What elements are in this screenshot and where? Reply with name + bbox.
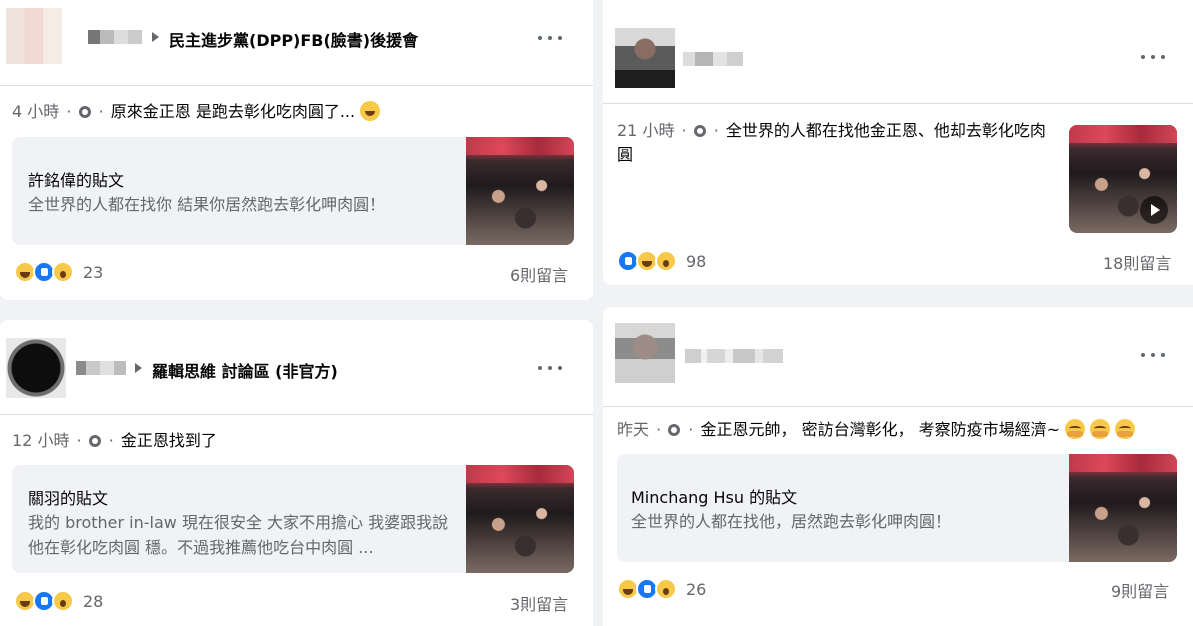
more-options-icon[interactable]	[538, 32, 562, 44]
caret-right-icon	[135, 363, 142, 373]
group-name[interactable]: 羅輯思維 討論區 (非官方)	[152, 358, 338, 382]
post-header: 民主進步黨(DPP)FB(臉書)後援會	[0, 0, 593, 86]
wow-reaction-icon	[52, 590, 74, 612]
timestamp[interactable]: 昨天	[617, 420, 649, 439]
shared-post-description: 全世界的人都在找他，居然跑去彰化呷肉圓！	[631, 512, 952, 531]
shared-post-thumbnail	[466, 465, 574, 573]
separator: ·	[98, 102, 104, 121]
post-meta: 4 小時 · · 原來金正恩 是跑去彰化吃肉圓了...	[12, 100, 381, 124]
author-name-blurred[interactable]	[88, 30, 142, 44]
timestamp[interactable]: 12 小時	[12, 431, 69, 450]
globe-icon	[693, 125, 706, 137]
wow-reaction-icon	[655, 250, 677, 272]
timestamp[interactable]: 4 小時	[12, 102, 59, 121]
reactions-summary[interactable]: 26	[617, 578, 706, 600]
post-card: 民主進步黨(DPP)FB(臉書)後援會 4 小時 · · 原來金正恩 是跑去彰化…	[0, 0, 593, 300]
wow-reaction-icon	[655, 578, 677, 600]
post-card: 21 小時 · · 全世界的人都在找他金正恩、他却去彰化吃肉圓 98 18則留言	[603, 0, 1193, 285]
reactions-summary[interactable]: 23	[14, 261, 103, 283]
avatar[interactable]	[6, 338, 66, 398]
comment-count[interactable]: 3則留言	[510, 591, 568, 615]
separator: ·	[713, 121, 719, 140]
avatar[interactable]	[6, 8, 62, 64]
comment-count[interactable]: 9則留言	[1111, 578, 1169, 602]
reactions-summary[interactable]: 28	[14, 590, 103, 612]
reaction-count: 98	[686, 251, 707, 271]
shared-post-title: Minchang Hsu 的貼文	[631, 488, 798, 507]
reaction-count: 23	[83, 262, 104, 282]
post-card: 昨天 · · 金正恩元帥， 密訪台灣彰化， 考察防疫市場經濟~ Minchang…	[603, 307, 1193, 626]
video-thumbnail[interactable]	[1069, 125, 1177, 233]
post-header: 羅輯思維 討論區 (非官方)	[0, 320, 593, 415]
reaction-count: 26	[686, 579, 707, 599]
group-name[interactable]: 民主進步黨(DPP)FB(臉書)後援會	[169, 27, 418, 51]
shared-post-thumbnail	[466, 137, 574, 245]
more-options-icon[interactable]	[1141, 51, 1165, 63]
comment-count[interactable]: 18則留言	[1103, 250, 1171, 274]
shared-post[interactable]: 許銘偉的貼文 全世界的人都在找你 結果你居然跑去彰化呷肉圓！	[12, 137, 574, 245]
hugging-face-emoji-icon	[1115, 419, 1136, 439]
more-options-icon[interactable]	[538, 362, 562, 374]
separator: ·	[656, 420, 662, 439]
shared-post[interactable]: Minchang Hsu 的貼文 全世界的人都在找他，居然跑去彰化呷肉圓！	[617, 454, 1177, 562]
hugging-face-emoji-icon	[1090, 419, 1111, 439]
avatar[interactable]	[615, 28, 675, 88]
globe-icon	[88, 435, 101, 447]
comment-count[interactable]: 6則留言	[510, 262, 568, 286]
timestamp[interactable]: 21 小時	[617, 121, 674, 140]
shared-post-thumbnail	[1069, 454, 1177, 562]
post-meta: 昨天 · · 金正恩元帥， 密訪台灣彰化， 考察防疫市場經濟~	[617, 418, 1136, 442]
reaction-count: 28	[83, 591, 104, 611]
shared-post[interactable]: 關羽的貼文 我的 brother in-law 現在很安全 大家不用擔心 我婆跟…	[12, 465, 574, 573]
post-text: 金正恩找到了	[120, 431, 217, 450]
play-icon[interactable]	[1140, 196, 1168, 224]
wow-reaction-icon	[52, 261, 74, 283]
hugging-face-emoji-icon	[1065, 419, 1086, 439]
post-text: 金正恩元帥， 密訪台灣彰化， 考察防疫市場經濟~	[700, 420, 1061, 439]
shared-post-description: 我的 brother in-law 現在很安全 大家不用擔心 我婆跟我說他在彰化…	[28, 513, 449, 557]
avatar[interactable]	[615, 323, 675, 383]
more-options-icon[interactable]	[1141, 349, 1165, 361]
separator: ·	[66, 102, 72, 121]
shared-post-description: 全世界的人都在找你 結果你居然跑去彰化呷肉圓！	[28, 195, 386, 214]
separator: ·	[108, 431, 114, 450]
grinning-sweat-emoji-icon	[360, 101, 381, 121]
separator: ·	[688, 420, 694, 439]
author-name-blurred[interactable]	[76, 361, 126, 375]
post-card: 羅輯思維 討論區 (非官方) 12 小時 · · 金正恩找到了 關羽的貼文 我的…	[0, 320, 593, 626]
shared-post-title: 許銘偉的貼文	[28, 171, 125, 190]
post-text: 原來金正恩 是跑去彰化吃肉圓了...	[110, 102, 356, 121]
post-meta: 12 小時 · · 金正恩找到了	[12, 429, 217, 453]
post-header	[603, 0, 1193, 104]
post-meta: 21 小時 · · 全世界的人都在找他金正恩、他却去彰化吃肉圓	[617, 119, 1057, 167]
globe-icon	[78, 106, 91, 118]
author-name-blurred[interactable]	[685, 349, 783, 363]
post-header	[603, 307, 1193, 407]
separator: ·	[76, 431, 82, 450]
globe-icon	[668, 424, 681, 436]
shared-post-title: 關羽的貼文	[28, 489, 109, 508]
caret-right-icon	[152, 32, 159, 42]
author-name-blurred[interactable]	[683, 52, 743, 66]
reactions-summary[interactable]: 98	[617, 250, 706, 272]
separator: ·	[681, 121, 687, 140]
